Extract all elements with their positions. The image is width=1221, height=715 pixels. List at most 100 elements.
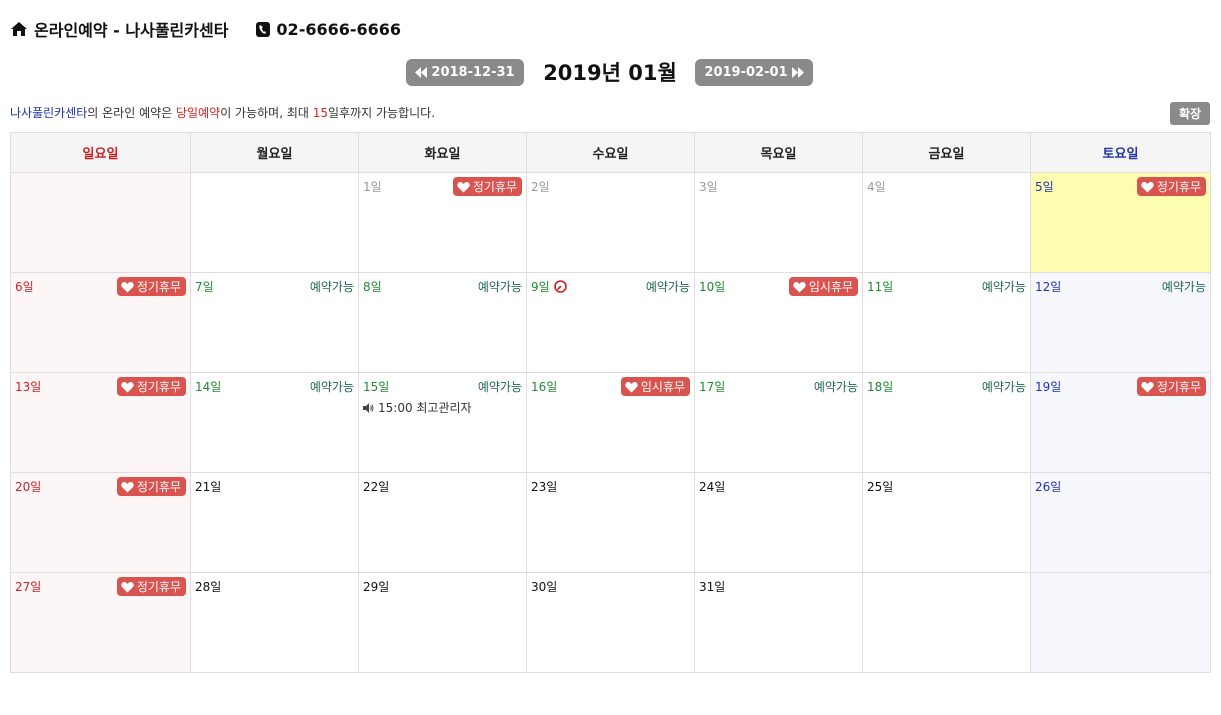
day-number: 23일 — [531, 478, 557, 495]
calendar-day-cell[interactable]: 14일 예약가능 — [190, 372, 359, 473]
expand-button[interactable]: 확장 — [1170, 102, 1210, 125]
day-label: 6일 — [15, 280, 34, 294]
day-number: 6일 — [15, 278, 34, 295]
calendar-day-cell[interactable]: 1일 정기휴무 — [358, 172, 527, 273]
holiday-badge: 정기휴무 — [116, 377, 186, 396]
reservation-available-link[interactable]: 예약가능 — [1162, 278, 1206, 295]
calendar-week-row: 27일 정기휴무 28일 29일 30일 31일 — [10, 572, 1211, 673]
weekday-header: 월요일 — [190, 132, 359, 173]
day-number: 19일 — [1035, 378, 1061, 395]
month-navigation: 2018-12-31 2019년 01월 2019-02-01 — [0, 58, 1221, 88]
reservation-entry[interactable]: 15:00 최고관리자 — [363, 399, 472, 416]
calendar-week-row: 6일 정기휴무 7일 예약가능 8일 예약가능 9일 예약가능 10일 임시휴무 11일 예약가능 12… — [10, 272, 1211, 373]
day-number: 8일 — [363, 278, 382, 295]
day-number: 26일 — [1035, 478, 1061, 495]
calendar-day-cell[interactable]: 2일 — [526, 172, 695, 273]
shop-name: 나사풀린카센타 — [10, 106, 88, 120]
day-label: 3일 — [699, 180, 718, 194]
holiday-badge: 정기휴무 — [1136, 177, 1206, 196]
calendar-day-cell[interactable]: 15일 예약가능 15:00 최고관리자 — [358, 372, 527, 473]
calendar-day-cell[interactable]: 20일 정기휴무 — [10, 472, 191, 573]
day-number: 12일 — [1035, 278, 1061, 295]
calendar-day-cell — [1030, 572, 1211, 673]
day-label: 9일 — [531, 280, 550, 294]
calendar-day-cell[interactable]: 12일 예약가능 — [1030, 272, 1211, 373]
calendar-day-cell — [10, 172, 191, 273]
heart-icon — [121, 481, 134, 492]
reservation-available-link[interactable]: 예약가능 — [310, 278, 354, 295]
calendar-day-cell[interactable]: 26일 — [1030, 472, 1211, 573]
day-label: 7일 — [195, 280, 214, 294]
day-label: 5일 — [1035, 180, 1054, 194]
day-number: 11일 — [867, 278, 893, 295]
calendar-day-cell[interactable]: 27일 정기휴무 — [10, 572, 191, 673]
calendar-day-cell[interactable]: 25일 — [862, 472, 1031, 573]
calendar-day-cell[interactable]: 19일 정기휴무 — [1030, 372, 1211, 473]
day-number: 2일 — [531, 178, 550, 195]
prev-month-button[interactable]: 2018-12-31 — [406, 59, 524, 86]
reservation-available-link[interactable]: 예약가능 — [982, 278, 1026, 295]
calendar-day-cell[interactable]: 7일 예약가능 — [190, 272, 359, 373]
calendar-day-cell[interactable]: 8일 예약가능 — [358, 272, 527, 373]
next-month-label: 2019-02-01 — [704, 65, 788, 80]
day-number: 16일 — [531, 378, 557, 395]
calendar-day-cell[interactable]: 9일 예약가능 — [526, 272, 695, 373]
calendar-day-cell[interactable]: 22일 — [358, 472, 527, 573]
reservation-available-link[interactable]: 예약가능 — [478, 378, 522, 395]
calendar-day-cell — [862, 572, 1031, 673]
holiday-badge-label: 정기휴무 — [136, 480, 181, 494]
calendar-day-cell[interactable]: 10일 임시휴무 — [694, 272, 863, 373]
day-label: 18일 — [867, 380, 894, 394]
notice-text-1: 의 온라인 예약은 — [87, 106, 177, 120]
calendar-day-cell[interactable]: 17일 예약가능 — [694, 372, 863, 473]
calendar-day-cell[interactable]: 23일 — [526, 472, 695, 573]
weekday-header: 토요일 — [1030, 132, 1211, 173]
reservation-available-link[interactable]: 예약가능 — [646, 278, 690, 295]
holiday-badge-label: 정기휴무 — [1156, 180, 1201, 194]
notice-text-2: 이 가능하며, 최대 — [220, 106, 313, 120]
double-chevron-left-icon — [415, 67, 428, 78]
holiday-badge: 정기휴무 — [452, 177, 522, 196]
day-number: 15일 — [363, 378, 389, 395]
calendar-day-cell[interactable]: 30일 — [526, 572, 695, 673]
day-label: 16일 — [531, 380, 558, 394]
heart-icon — [1141, 381, 1154, 392]
next-month-button[interactable]: 2019-02-01 — [695, 59, 813, 86]
day-number: 29일 — [363, 578, 389, 595]
clock-icon — [553, 280, 567, 293]
day-number: 5일 — [1035, 178, 1054, 195]
day-label: 31일 — [699, 580, 726, 594]
calendar-day-cell[interactable]: 3일 — [694, 172, 863, 273]
calendar-day-cell[interactable]: 21일 — [190, 472, 359, 573]
calendar-day-cell[interactable]: 31일 — [694, 572, 863, 673]
holiday-badge: 정기휴무 — [116, 477, 186, 496]
day-label: 2일 — [531, 180, 550, 194]
day-label: 24일 — [699, 480, 726, 494]
calendar-day-cell[interactable]: 28일 — [190, 572, 359, 673]
reservation-available-link[interactable]: 예약가능 — [310, 378, 354, 395]
day-number: 25일 — [867, 478, 893, 495]
calendar-day-cell[interactable]: 13일 정기휴무 — [10, 372, 191, 473]
day-label: 25일 — [867, 480, 894, 494]
weekday-header-row: 일요일 월요일 화요일 수요일 목요일 금요일 토요일 — [10, 132, 1211, 173]
calendar-day-cell[interactable]: 5일 정기휴무 — [1030, 172, 1211, 273]
heart-icon — [121, 281, 134, 292]
weekday-header: 수요일 — [526, 132, 695, 173]
reservation-available-link[interactable]: 예약가능 — [982, 378, 1026, 395]
calendar-day-cell[interactable]: 29일 — [358, 572, 527, 673]
day-label: 12일 — [1035, 280, 1062, 294]
calendar-day-cell[interactable]: 11일 예약가능 — [862, 272, 1031, 373]
calendar-day-cell[interactable]: 24일 — [694, 472, 863, 573]
day-label: 14일 — [195, 380, 222, 394]
day-number: 10일 — [699, 278, 725, 295]
calendar-week-row: 1일 정기휴무 2일 3일 4일 5일 정기휴무 — [10, 172, 1211, 273]
phone-number[interactable]: 02-6666-6666 — [276, 20, 401, 39]
calendar-day-cell[interactable]: 4일 — [862, 172, 1031, 273]
holiday-badge-label: 정기휴무 — [1156, 380, 1201, 394]
calendar-day-cell[interactable]: 16일 임시휴무 — [526, 372, 695, 473]
calendar-day-cell[interactable]: 18일 예약가능 — [862, 372, 1031, 473]
reservation-available-link[interactable]: 예약가능 — [814, 378, 858, 395]
reservation-available-link[interactable]: 예약가능 — [478, 278, 522, 295]
calendar-day-cell[interactable]: 6일 정기휴무 — [10, 272, 191, 373]
heart-icon — [121, 381, 134, 392]
